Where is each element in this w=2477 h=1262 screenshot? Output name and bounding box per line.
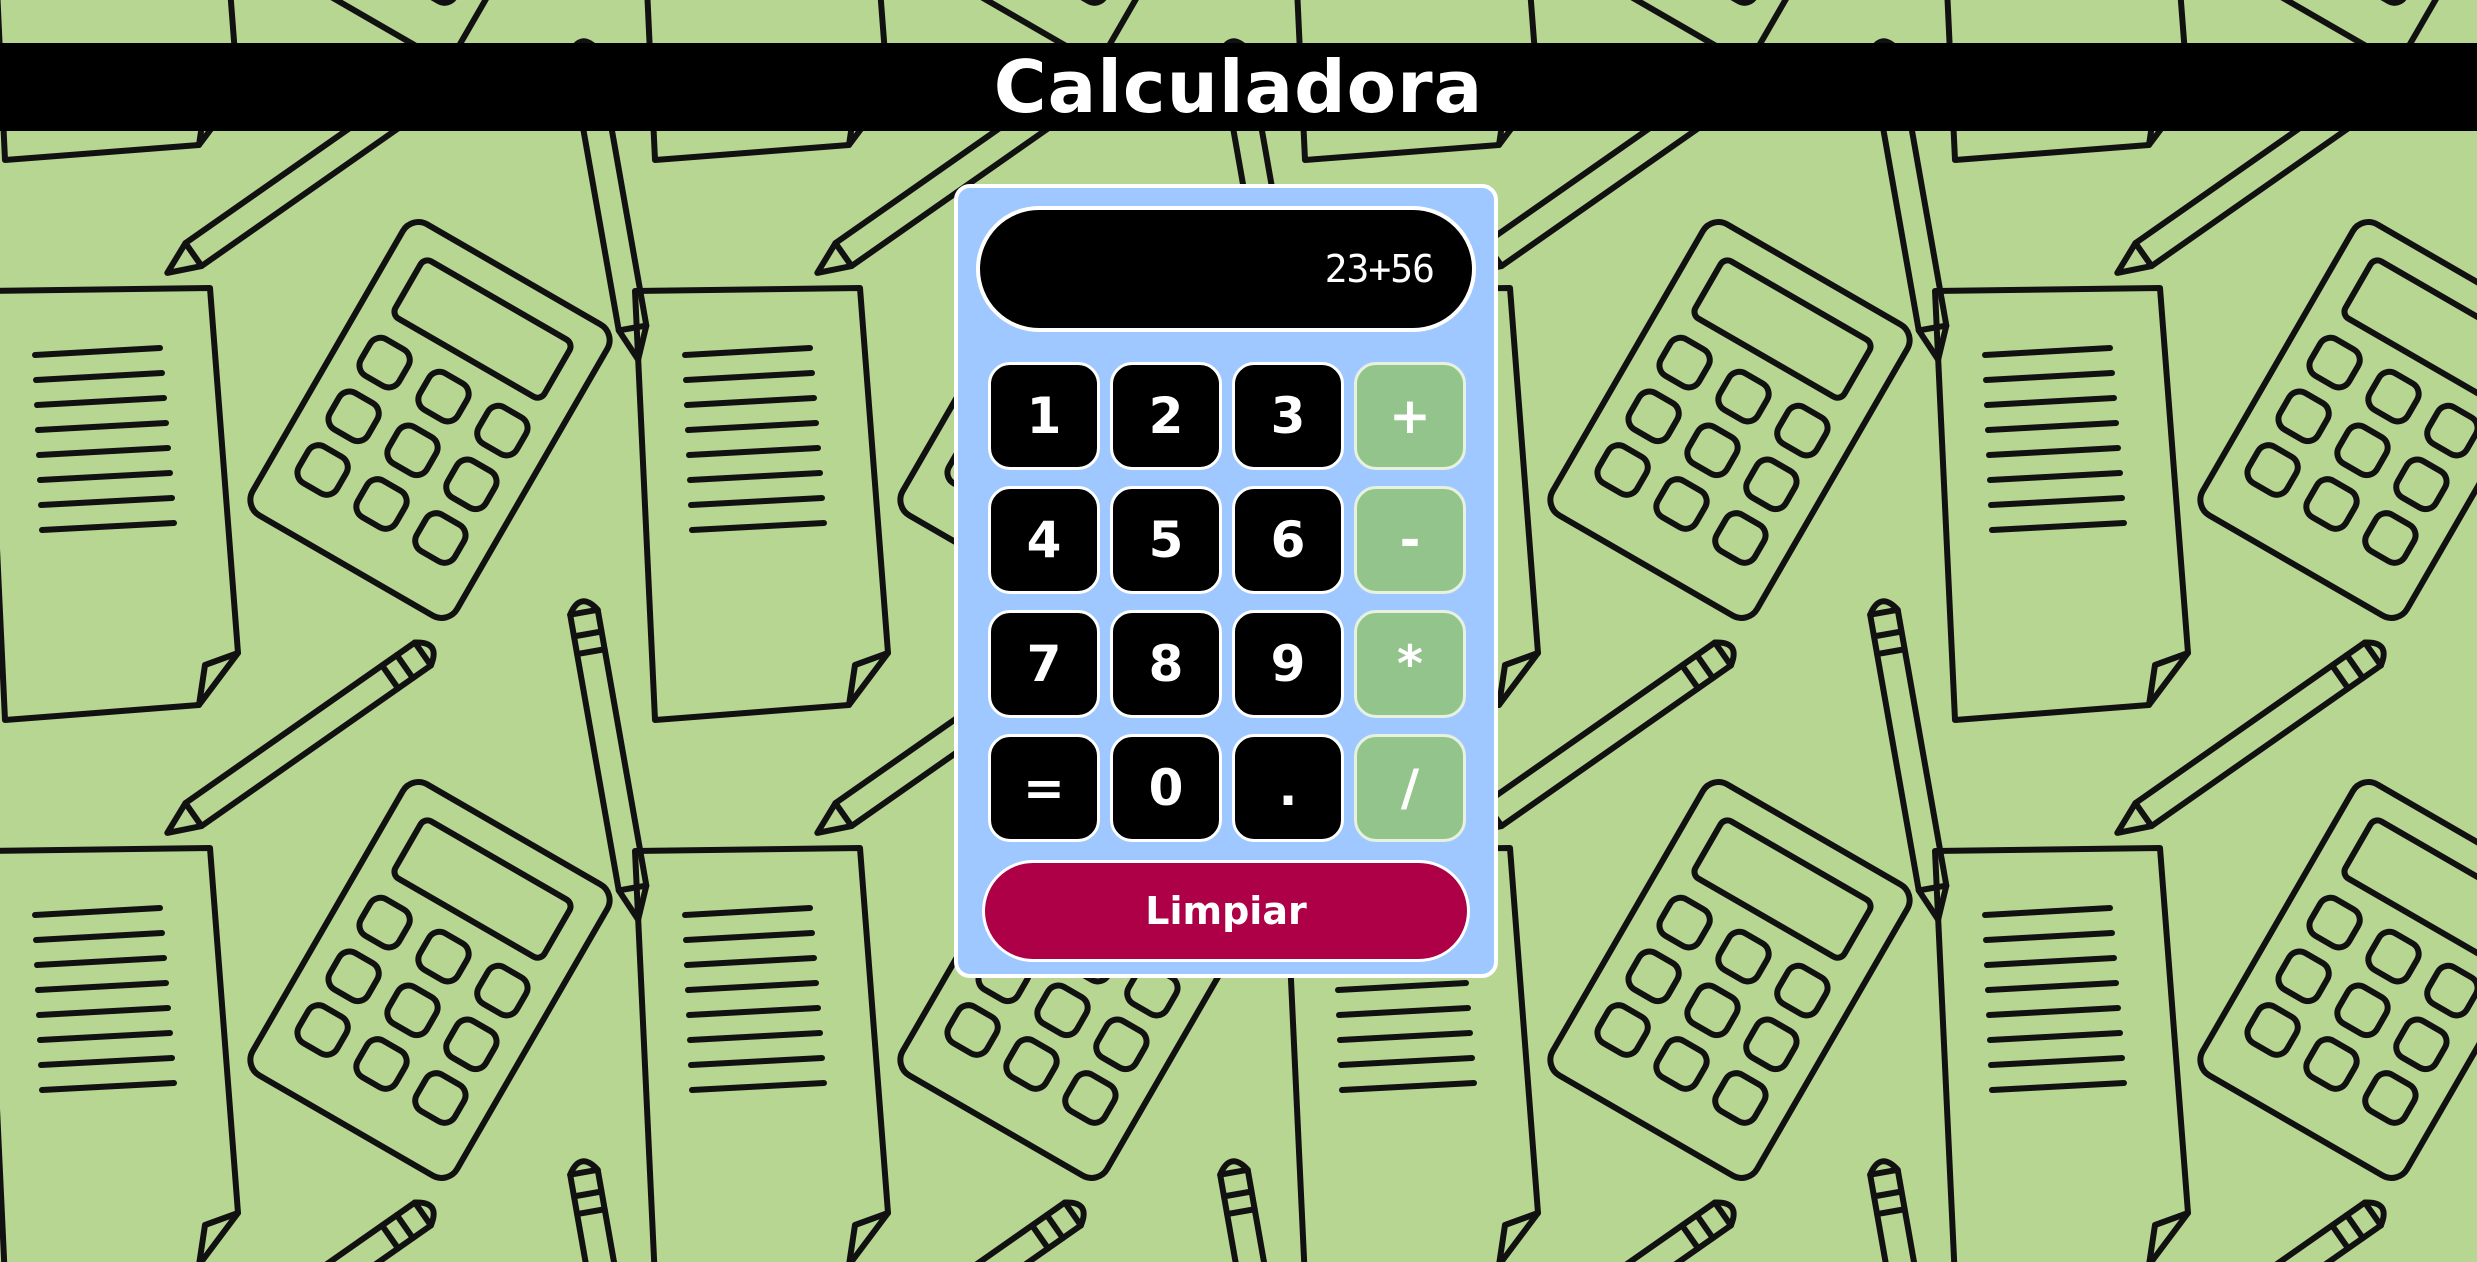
key-6-button[interactable]: 6 (1232, 486, 1344, 594)
clear-button[interactable]: Limpiar (982, 860, 1470, 962)
key-8-button[interactable]: 8 (1110, 610, 1222, 718)
key-3-button[interactable]: 3 (1232, 362, 1344, 470)
page-title: Calculadora (993, 45, 1484, 129)
key-4-button[interactable]: 4 (988, 486, 1100, 594)
equals-button[interactable]: = (988, 734, 1100, 842)
add-button[interactable]: + (1354, 362, 1466, 470)
key-9-button[interactable]: 9 (1232, 610, 1344, 718)
key-7-button[interactable]: 7 (988, 610, 1100, 718)
key-5-button[interactable]: 5 (1110, 486, 1222, 594)
calculator-display: 23+56 (976, 206, 1476, 332)
multiply-button[interactable]: * (1354, 610, 1466, 718)
decimal-point-button[interactable]: . (1232, 734, 1344, 842)
header-bar: Calculadora (0, 43, 2477, 131)
display-value: 23+56 (1324, 247, 1435, 291)
key-0-button[interactable]: 0 (1110, 734, 1222, 842)
subtract-button[interactable]: - (1354, 486, 1466, 594)
key-2-button[interactable]: 2 (1110, 362, 1222, 470)
divide-button[interactable]: / (1354, 734, 1466, 842)
calculator-panel: 23+56 1 2 3 + 4 5 6 - 7 8 9 * = 0 . / Li… (954, 184, 1498, 978)
key-1-button[interactable]: 1 (988, 362, 1100, 470)
